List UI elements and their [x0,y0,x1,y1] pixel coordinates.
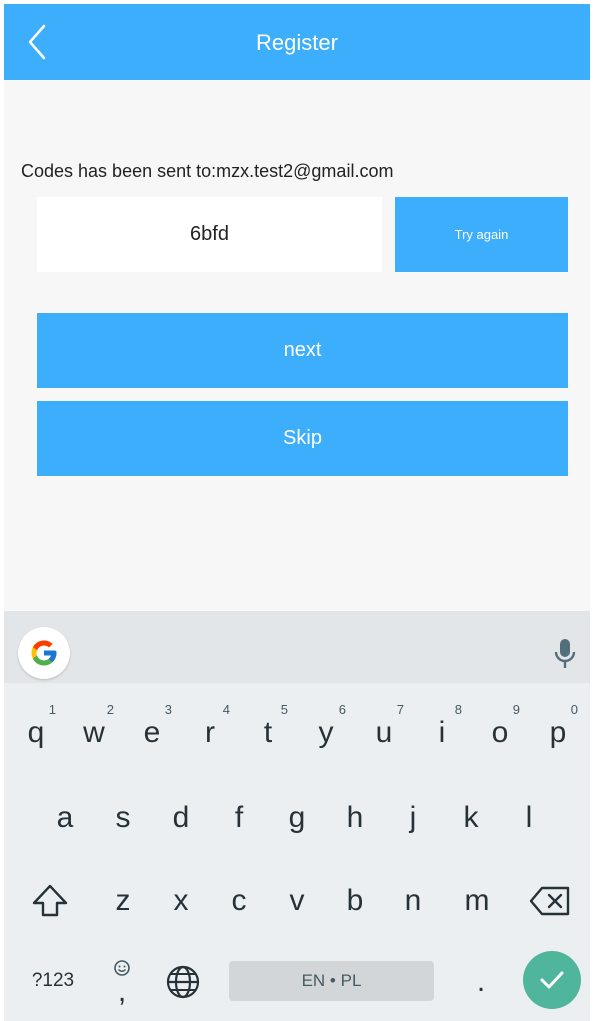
microphone-icon [554,639,576,668]
enter-key[interactable] [523,951,581,1009]
key-r[interactable]: r4 [184,698,236,768]
key-hint: 1 [48,702,56,717]
key-y[interactable]: y6 [300,698,352,768]
keyboard-toolbar [4,611,590,683]
comma-emoji-key[interactable]: , [96,947,148,1017]
key-letter: t [263,716,273,749]
key-hint: 3 [164,702,172,717]
key-k[interactable]: k [445,783,497,853]
key-letter: o [491,716,509,749]
page-title: Register [256,30,338,55]
next-button[interactable]: next [37,313,568,388]
key-c[interactable]: c [213,866,265,936]
key-p[interactable]: p0 [532,698,584,768]
checkmark-icon [540,971,564,989]
app-header: Register [4,4,590,80]
period-key[interactable]: . [455,947,507,1017]
key-x[interactable]: x [155,866,207,936]
language-key[interactable] [157,947,209,1017]
key-hint: 9 [512,702,520,717]
key-h[interactable]: h [329,783,381,853]
key-letter: w [83,716,105,749]
key-d[interactable]: d [155,783,207,853]
key-hint: 8 [454,702,462,717]
soft-keyboard: q1 w2 e3 r4 t5 y6 u7 i8 o9 p0 a s d f g … [4,611,590,1021]
globe-icon [166,965,200,999]
key-letter: y [318,716,334,749]
key-o[interactable]: o9 [474,698,526,768]
verification-code-input[interactable] [37,197,382,272]
key-hint: 7 [396,702,404,717]
key-letter: e [143,716,161,749]
key-g[interactable]: g [271,783,323,853]
key-z[interactable]: z [97,866,149,936]
key-hint: 4 [222,702,230,717]
symbols-key[interactable]: ?123 [18,961,88,1001]
shift-key[interactable] [24,866,76,936]
key-letter: p [549,716,567,749]
try-again-button[interactable]: Try again [395,197,568,272]
code-sent-message: Codes has been sent to:mzx.test2@gmail.c… [21,161,394,181]
key-j[interactable]: j [387,783,439,853]
key-q[interactable]: q1 [10,698,62,768]
key-hint: 5 [280,702,288,717]
key-f[interactable]: f [213,783,265,853]
key-t[interactable]: t5 [242,698,294,768]
key-l[interactable]: l [503,783,555,853]
google-search-button[interactable] [18,627,70,679]
key-i[interactable]: i8 [416,698,468,768]
key-v[interactable]: v [271,866,323,936]
key-hint: 2 [106,702,114,717]
key-hint: 6 [338,702,346,717]
spacebar[interactable]: EN • PL [229,961,434,1001]
key-letter: u [375,716,393,749]
key-letter: q [27,716,45,749]
voice-input-button[interactable] [552,637,578,671]
app-screen: Register Codes has been sent to:mzx.test… [4,4,590,1021]
comma-label: , [117,975,127,1008]
shift-arrow-icon [32,884,68,917]
backspace-key[interactable] [524,866,576,936]
google-g-icon [31,640,57,666]
key-m[interactable]: m [451,866,503,936]
key-w[interactable]: w2 [68,698,120,768]
key-n[interactable]: n [387,866,439,936]
backspace-icon [529,886,570,916]
key-s[interactable]: s [97,783,149,853]
key-letter: i [438,716,446,749]
key-u[interactable]: u7 [358,698,410,768]
skip-button[interactable]: Skip [37,401,568,476]
key-b[interactable]: b [329,866,381,936]
key-a[interactable]: a [39,783,91,853]
key-letter: r [205,716,215,749]
key-hint: 0 [570,702,578,717]
key-e[interactable]: e3 [126,698,178,768]
